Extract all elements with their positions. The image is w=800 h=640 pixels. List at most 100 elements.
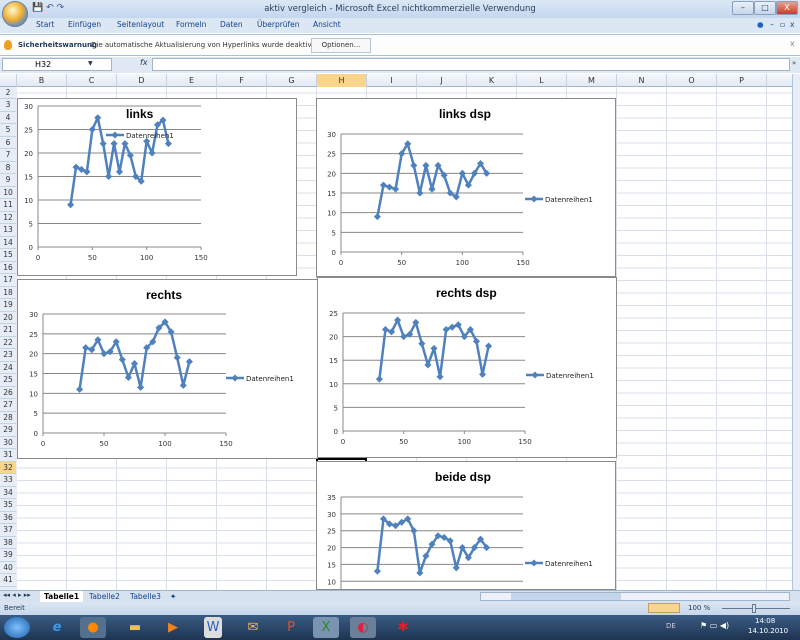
firefox-icon[interactable]: ● xyxy=(80,617,106,638)
row-header-28[interactable]: 28 xyxy=(0,412,16,424)
row-header-27[interactable]: 27 xyxy=(0,399,16,412)
row-header-23[interactable]: 23 xyxy=(0,349,16,362)
row-header-15[interactable]: 15 xyxy=(0,249,16,262)
tab-einfuegen[interactable]: Einfügen xyxy=(68,20,101,29)
row-header-36[interactable]: 36 xyxy=(0,512,16,524)
row-header-37[interactable]: 37 xyxy=(0,524,16,537)
row-header-26[interactable]: 26 xyxy=(0,387,16,399)
sheet-tab-tabelle3[interactable]: Tabelle3 xyxy=(126,591,165,602)
minimize-button[interactable]: – xyxy=(732,1,754,15)
row-header-21[interactable]: 21 xyxy=(0,324,16,337)
view-buttons[interactable] xyxy=(648,603,680,613)
clock-time[interactable]: 14:08 xyxy=(755,617,775,625)
fx-button[interactable]: fx xyxy=(140,58,148,67)
column-header-N[interactable]: N xyxy=(617,74,667,87)
chart-links-dsp[interactable]: 0 5 10 15 20 25 30 0 50 100 150 Datenreihen1 links d… xyxy=(316,98,616,277)
row-header-33[interactable]: 33 xyxy=(0,474,16,487)
internet-explorer-icon[interactable]: e xyxy=(44,617,70,638)
select-all-button[interactable] xyxy=(0,74,17,87)
row-header-24[interactable]: 24 xyxy=(0,362,16,374)
name-box[interactable]: H32 xyxy=(2,58,112,71)
row-header-16[interactable]: 16 xyxy=(0,262,16,274)
ribbon-close-icon[interactable]: x xyxy=(790,20,794,29)
expand-formula-icon[interactable]: » xyxy=(792,59,796,67)
row-header-30[interactable]: 30 xyxy=(0,437,16,449)
media-player-icon[interactable]: ▶ xyxy=(160,617,186,638)
row-header-20[interactable]: 20 xyxy=(0,312,16,324)
word-icon[interactable]: W xyxy=(204,617,222,638)
column-header-O[interactable]: O xyxy=(667,74,717,87)
tab-ansicht[interactable]: Ansicht xyxy=(313,20,341,29)
tab-daten[interactable]: Daten xyxy=(220,20,243,29)
app-red-icon[interactable]: ✱ xyxy=(390,617,416,638)
powerpoint-icon[interactable]: P xyxy=(278,617,304,638)
column-header-P[interactable]: P xyxy=(717,74,767,87)
column-header-K[interactable]: K xyxy=(467,74,517,87)
row-header-22[interactable]: 22 xyxy=(0,337,16,349)
row-header-34[interactable]: 34 xyxy=(0,487,16,499)
row-header-9[interactable]: 9 xyxy=(0,174,16,187)
row-header-40[interactable]: 40 xyxy=(0,562,16,574)
sheet-tab-tabelle2[interactable]: Tabelle2 xyxy=(85,591,124,602)
horizontal-scroll-thumb[interactable] xyxy=(511,593,621,600)
start-button-icon[interactable] xyxy=(4,617,30,638)
row-header-5[interactable]: 5 xyxy=(0,124,16,137)
tab-ueberpruefen[interactable]: Überprüfen xyxy=(257,20,300,29)
row-header-7[interactable]: 7 xyxy=(0,149,16,162)
row-header-3[interactable]: 3 xyxy=(0,99,16,112)
sheet-tab-tabelle1[interactable]: Tabelle1 xyxy=(40,591,84,602)
insert-sheet-icon[interactable]: ✦ xyxy=(166,591,180,602)
chart-rechts-dsp[interactable]: 0 5 10 15 20 25 0 50 100 150 Datenreihen1 rechts ds… xyxy=(317,277,617,458)
chart-rechts[interactable]: 0 5 10 15 20 25 30 0 50 100 150 Datenreihen1 rechts xyxy=(17,279,318,459)
column-header-H[interactable]: H xyxy=(317,74,367,87)
excel-icon[interactable]: X xyxy=(313,617,339,638)
chart-beide-dsp[interactable]: 101520253035050100150Datenreihen1beide d… xyxy=(316,461,616,590)
row-header-4[interactable]: 4 xyxy=(0,112,16,124)
outlook-icon[interactable]: ✉ xyxy=(240,617,266,638)
name-box-dropdown-icon[interactable]: ▼ xyxy=(88,60,93,67)
language-indicator[interactable]: DE xyxy=(666,622,676,630)
horizontal-scrollbar[interactable] xyxy=(480,592,790,601)
row-header-39[interactable]: 39 xyxy=(0,549,16,562)
clock-date[interactable]: 14.10.2010 xyxy=(748,627,788,635)
row-header-38[interactable]: 38 xyxy=(0,537,16,549)
row-header-19[interactable]: 19 xyxy=(0,299,16,312)
security-close-button[interactable]: x xyxy=(790,39,795,48)
row-header-11[interactable]: 11 xyxy=(0,199,16,212)
tab-start[interactable]: Start xyxy=(36,20,54,29)
close-button[interactable]: X xyxy=(776,1,798,15)
office-button[interactable] xyxy=(2,1,28,27)
column-header-I[interactable]: I xyxy=(367,74,417,87)
row-header-6[interactable]: 6 xyxy=(0,137,16,149)
zoom-level[interactable]: 100 % xyxy=(688,604,710,612)
column-header-F[interactable]: F xyxy=(217,74,267,87)
row-header-31[interactable]: 31 xyxy=(0,449,16,462)
row-header-13[interactable]: 13 xyxy=(0,224,16,237)
column-header-D[interactable]: D xyxy=(117,74,167,87)
row-header-17[interactable]: 17 xyxy=(0,274,16,287)
zoom-slider-thumb[interactable] xyxy=(752,604,756,613)
tab-seitenlayout[interactable]: Seitenlayout xyxy=(117,20,164,29)
vertical-scrollbar[interactable] xyxy=(792,74,800,590)
row-header-14[interactable]: 14 xyxy=(0,237,16,249)
ribbon-restore-icon[interactable]: ▫ xyxy=(780,20,785,29)
tab-formeln[interactable]: Formeln xyxy=(176,20,206,29)
row-header-35[interactable]: 35 xyxy=(0,499,16,512)
row-header-32[interactable]: 32 xyxy=(0,461,16,474)
column-header-M[interactable]: M xyxy=(567,74,617,87)
column-header-J[interactable]: J xyxy=(417,74,467,87)
row-header-12[interactable]: 12 xyxy=(0,212,16,224)
row-header-8[interactable]: 8 xyxy=(0,162,16,174)
options-button[interactable]: Optionen... xyxy=(311,38,371,53)
chart-links[interactable]: 0 5 10 15 20 25 30 0 50 100 150 Datenreihen1 links xyxy=(17,98,297,276)
formula-input[interactable] xyxy=(152,58,790,71)
column-header-B[interactable]: B xyxy=(17,74,67,87)
column-header-L[interactable]: L xyxy=(517,74,567,87)
row-header-10[interactable]: 10 xyxy=(0,187,16,199)
app-icon[interactable]: ◐ xyxy=(350,617,376,638)
ribbon-minimize-icon[interactable]: – xyxy=(770,20,774,29)
column-header-C[interactable]: C xyxy=(67,74,117,87)
column-header-G[interactable]: G xyxy=(267,74,317,87)
zoom-slider[interactable] xyxy=(722,608,790,609)
row-header-41[interactable]: 41 xyxy=(0,574,16,587)
